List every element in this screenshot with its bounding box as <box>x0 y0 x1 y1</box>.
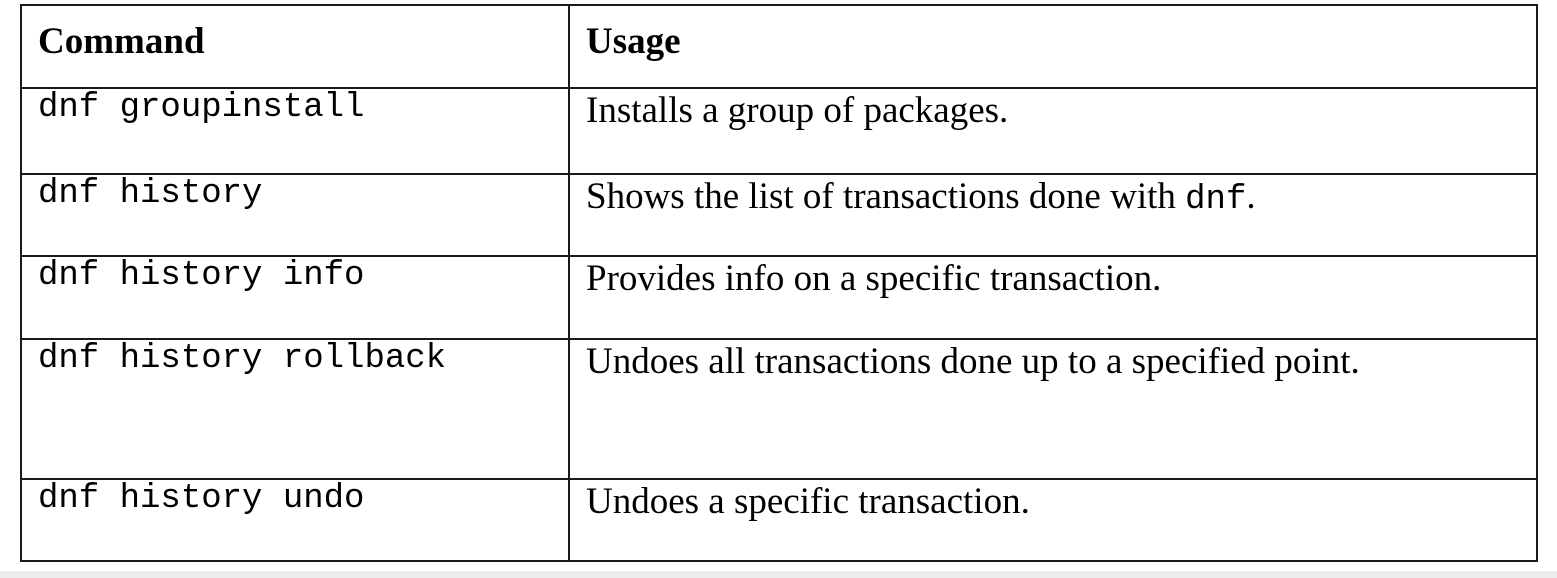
usage-cell: Shows the list of transactions done with… <box>568 173 1538 257</box>
usage-cell: Installs a group of packages. <box>568 87 1538 175</box>
header-command: Command <box>20 4 570 89</box>
usage-cell: Undoes all transactions done up to a spe… <box>568 338 1538 480</box>
table-row: dnf history Shows the list of transactio… <box>20 173 1538 257</box>
usage-cell: Provides info on a specific transaction. <box>568 255 1538 340</box>
table-row: dnf history rollback Undoes all transact… <box>20 338 1538 480</box>
header-usage: Usage <box>568 4 1538 89</box>
usage-text-end: . <box>1246 176 1256 217</box>
command-cell: dnf history <box>20 173 570 257</box>
usage-text: Provides info on a specific transaction. <box>586 258 1162 299</box>
dnf-commands-table: Command Usage dnf groupinstall Installs … <box>20 4 1538 562</box>
table-row: dnf history info Provides info on a spec… <box>20 255 1538 340</box>
usage-inline-code: dnf <box>1185 181 1247 219</box>
command-cell: dnf history undo <box>20 478 570 562</box>
command-cell: dnf groupinstall <box>20 87 570 175</box>
page-bottom-edge <box>0 571 1557 578</box>
usage-text: Undoes all transactions done up to a spe… <box>586 341 1360 382</box>
command-cell: dnf history info <box>20 255 570 340</box>
usage-text: Shows the list of transactions done with <box>586 176 1186 217</box>
table-header-row: Command Usage <box>20 4 1538 89</box>
usage-text: Installs a group of packages. <box>586 90 1009 131</box>
usage-text: Undoes a specific transaction. <box>586 481 1030 522</box>
table-row: dnf groupinstall Installs a group of pac… <box>20 87 1538 175</box>
command-cell: dnf history rollback <box>20 338 570 480</box>
usage-cell: Undoes a specific transaction. <box>568 478 1538 562</box>
table-row: dnf history undo Undoes a specific trans… <box>20 478 1538 562</box>
